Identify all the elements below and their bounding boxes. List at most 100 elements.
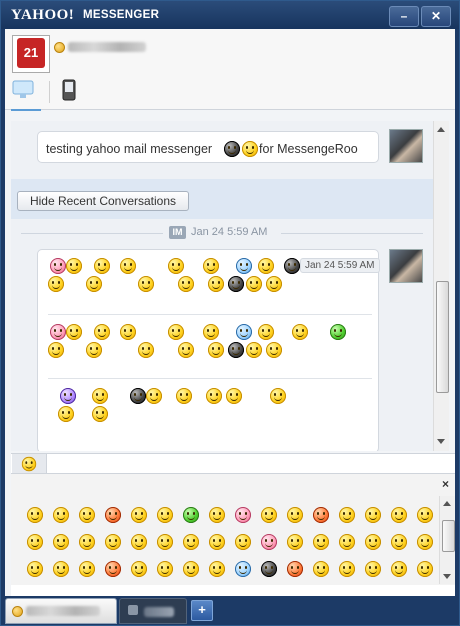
emoticon-option[interactable] [339,561,355,577]
picker-scrollbar[interactable] [439,496,455,584]
emoticon-option[interactable] [261,561,277,577]
buddy-photo[interactable] [389,129,423,163]
mode-bar [5,73,455,111]
emoticon-option[interactable] [365,507,381,523]
emoticon-option[interactable] [209,561,225,577]
emoticon-option[interactable] [157,534,173,550]
close-window-button[interactable]: ✕ [421,6,451,27]
emoticon-picker: × [11,473,455,587]
tv-emoticon-icon [224,141,240,157]
emoticon [120,258,136,274]
add-tab-icon[interactable]: + [191,600,213,621]
scroll-up-arrow-icon[interactable] [437,127,445,132]
emoticon [120,324,136,340]
scroll-down-arrow-icon[interactable] [437,439,445,444]
emoticon-option[interactable] [287,534,303,550]
contact-header: 21 [5,29,455,111]
emoticon-option[interactable] [417,534,433,550]
emoticon-option[interactable] [365,534,381,550]
contact-name-redacted[interactable] [68,42,146,52]
emoticon-option[interactable] [235,507,251,523]
smiley-tab-icon [21,456,37,472]
emoticon [50,258,66,274]
separator-line-right [281,233,423,234]
title-bar[interactable]: YAHOO! MESSENGER – ✕ [1,1,459,29]
emoticon-option[interactable] [235,561,251,577]
emoticon [246,342,262,358]
emoticon [284,258,300,274]
emoticon [236,258,252,274]
emoticon-option[interactable] [391,507,407,523]
emoticon-option[interactable] [235,534,251,550]
emoticon-option[interactable] [391,534,407,550]
contact-avatar[interactable]: 21 [12,35,50,73]
emoticon-option[interactable] [105,561,121,577]
emoticon-option[interactable] [131,507,147,523]
picker-scroll-up-icon[interactable] [443,501,451,506]
emoticon-option[interactable] [79,534,95,550]
messenger-window: YAHOO! MESSENGER – ✕ 21 testing yahoo ma… [0,0,460,626]
picker-scroll-thumb[interactable] [442,520,455,552]
emoticon-option[interactable] [287,561,303,577]
emoticon-option[interactable] [105,534,121,550]
emoticon-option[interactable] [53,507,69,523]
emoticon-option[interactable] [339,534,355,550]
emoticon-option[interactable] [27,507,43,523]
conversation-tab-inactive[interactable] [119,598,187,624]
close-picker-icon[interactable]: × [442,477,449,491]
emoticon-option[interactable] [417,561,433,577]
emoticon-option[interactable] [391,561,407,577]
recent-conversations-bar: Hide Recent Conversations [11,179,433,219]
emoticon-option[interactable] [339,507,355,523]
date-separator-text: Jan 24 5:59 AM [191,226,268,238]
separator-line-left [21,233,163,234]
emoticon-option[interactable] [183,561,199,577]
conversation-scrollbar[interactable] [433,121,449,451]
emoticon-option[interactable] [131,534,147,550]
emoticon [66,324,82,340]
emoticon-option[interactable] [53,534,69,550]
emoticon [60,388,76,404]
hide-recent-conversations-button[interactable]: Hide Recent Conversations [17,191,189,211]
emoticon-option[interactable] [209,534,225,550]
emoticon-option[interactable] [105,507,121,523]
scroll-thumb[interactable] [436,281,449,393]
conversation-pane[interactable]: testing yahoo mail messenger for Messeng… [11,121,433,451]
emoticon [258,258,274,274]
emoticon-option[interactable] [313,507,329,523]
emoticon-tabs [11,453,455,474]
status-dot-icon [54,42,65,53]
emoticon-option[interactable] [183,507,199,523]
tab-chat-mode[interactable] [11,79,41,111]
emoticon-option[interactable] [261,507,277,523]
emoticon-option[interactable] [209,507,225,523]
emoticon [130,388,146,404]
buddy-photo-2[interactable] [389,249,423,283]
conversation-tab-active[interactable] [5,598,117,624]
emoticon [94,324,110,340]
tab-smileys[interactable] [12,454,47,474]
emoticon-option[interactable] [313,534,329,550]
picker-scroll-down-icon[interactable] [443,574,451,579]
emoticon-option[interactable] [417,507,433,523]
minimize-button[interactable]: – [389,6,419,27]
emoticon-option[interactable] [287,507,303,523]
message-divider [48,378,372,379]
emoticon [92,406,108,422]
emoticon-option[interactable] [27,534,43,550]
emoticon-option[interactable] [131,561,147,577]
emoticon-option[interactable] [261,534,277,550]
emoticon [168,324,184,340]
emoticon-option[interactable] [365,561,381,577]
emoticon-option[interactable] [53,561,69,577]
tab-mobile-mode[interactable] [61,79,81,105]
emoticon [94,258,110,274]
emoticon-option[interactable] [79,507,95,523]
conversation-tab-bar: + [1,596,459,625]
emoticon-option[interactable] [313,561,329,577]
emoticon-option[interactable] [157,507,173,523]
emoticon-option[interactable] [157,561,173,577]
emoticon-option[interactable] [79,561,95,577]
emoticon-option[interactable] [183,534,199,550]
emoticon-option[interactable] [27,561,43,577]
